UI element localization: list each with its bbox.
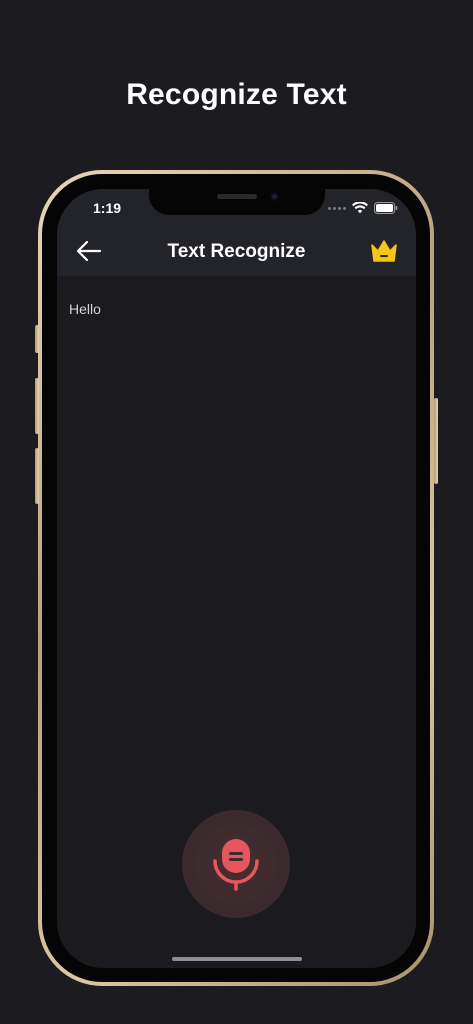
side-button-volume-down xyxy=(35,448,39,504)
recognized-text: Hello xyxy=(69,301,101,317)
side-button-power xyxy=(434,398,438,484)
notch xyxy=(149,189,325,215)
app-preview-page: Recognize Text 1:19 Text Recognize Hello xyxy=(0,0,473,1024)
microphone-icon xyxy=(213,839,259,891)
side-button-silent xyxy=(35,325,39,353)
headline: Recognize Text xyxy=(126,78,347,111)
home-indicator[interactable] xyxy=(172,957,302,961)
crown-icon[interactable] xyxy=(370,238,398,264)
signal-dots-icon xyxy=(328,206,346,210)
status-icons xyxy=(328,201,398,215)
phone-screen: 1:19 Text Recognize Hello xyxy=(57,189,416,968)
wifi-icon xyxy=(352,202,368,214)
front-camera xyxy=(270,192,279,201)
navigation-bar: 1:19 Text Recognize xyxy=(57,189,416,276)
microphone-button[interactable] xyxy=(182,810,290,918)
battery-icon xyxy=(374,202,398,214)
nav-title: Text Recognize xyxy=(167,241,306,262)
status-time: 1:19 xyxy=(93,200,122,216)
side-button-volume-up xyxy=(35,378,39,434)
speaker-grille xyxy=(217,194,257,199)
